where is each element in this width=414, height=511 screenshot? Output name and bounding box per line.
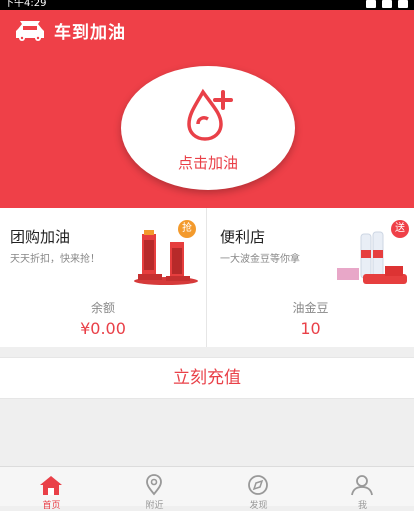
tab-discover[interactable]: 发现 [207, 467, 310, 511]
fuel-drop-plus-icon [187, 88, 233, 141]
home-icon [40, 476, 62, 495]
balance-item[interactable]: 余额 ¥0.00 [0, 291, 207, 347]
battery-icon [398, 0, 408, 8]
group-buy-title: 团购加油 [10, 228, 71, 246]
car-icon [16, 20, 44, 41]
user-icon [351, 475, 373, 496]
refuel-label: 点击加油 [177, 154, 238, 172]
group-buy-badge: 抢 [178, 220, 196, 238]
gold-beans-item[interactable]: 油金豆 10 [207, 291, 414, 347]
tab-nearby[interactable]: 附近 [103, 467, 206, 511]
wifi-icon [382, 0, 392, 8]
status-icons [366, 0, 408, 8]
convenience-store-subtitle: 一大波金豆等你拿 [220, 254, 300, 265]
gold-beans-label: 油金豆 [292, 301, 329, 315]
balance-label: 余额 [90, 301, 115, 315]
goods-illustration [337, 231, 407, 284]
gold-beans-value: 10 [300, 319, 321, 338]
location-pin-icon [146, 474, 162, 496]
app-title: 车到加油 [54, 23, 126, 43]
convenience-store-card[interactable]: 便利店 一大波金豆等你拿 送 [207, 208, 413, 291]
refuel-button[interactable]: 点击加油 [121, 66, 295, 190]
app-header: 车到加油 [14, 18, 126, 43]
feature-cards: 团购加油 天天折扣，快来抢！ 抢 便利店 一大波金豆等你拿 送 [0, 208, 414, 292]
status-time: 下午4:29 [4, 0, 47, 9]
convenience-store-title: 便利店 [220, 228, 266, 246]
group-buy-subtitle: 天天折扣，快来抢！ [10, 254, 100, 265]
hero-banner: 车到加油 点击加油 [0, 10, 414, 208]
bottom-tab-bar: 首页 附近 发现 我 [0, 466, 414, 511]
recharge-button[interactable]: 立刻充值 [0, 357, 414, 399]
status-bar: 下午4:29 [0, 0, 414, 10]
convenience-store-badge: 送 [391, 220, 409, 238]
tab-home[interactable]: 首页 [0, 467, 103, 511]
account-summary: 余额 ¥0.00 油金豆 10 [0, 291, 414, 347]
signal-icon [366, 0, 376, 8]
balance-value: ¥0.00 [80, 319, 126, 338]
compass-icon [248, 475, 268, 495]
tab-me[interactable]: 我 [311, 467, 414, 511]
group-buy-card[interactable]: 团购加油 天天折扣，快来抢！ 抢 [0, 208, 207, 291]
